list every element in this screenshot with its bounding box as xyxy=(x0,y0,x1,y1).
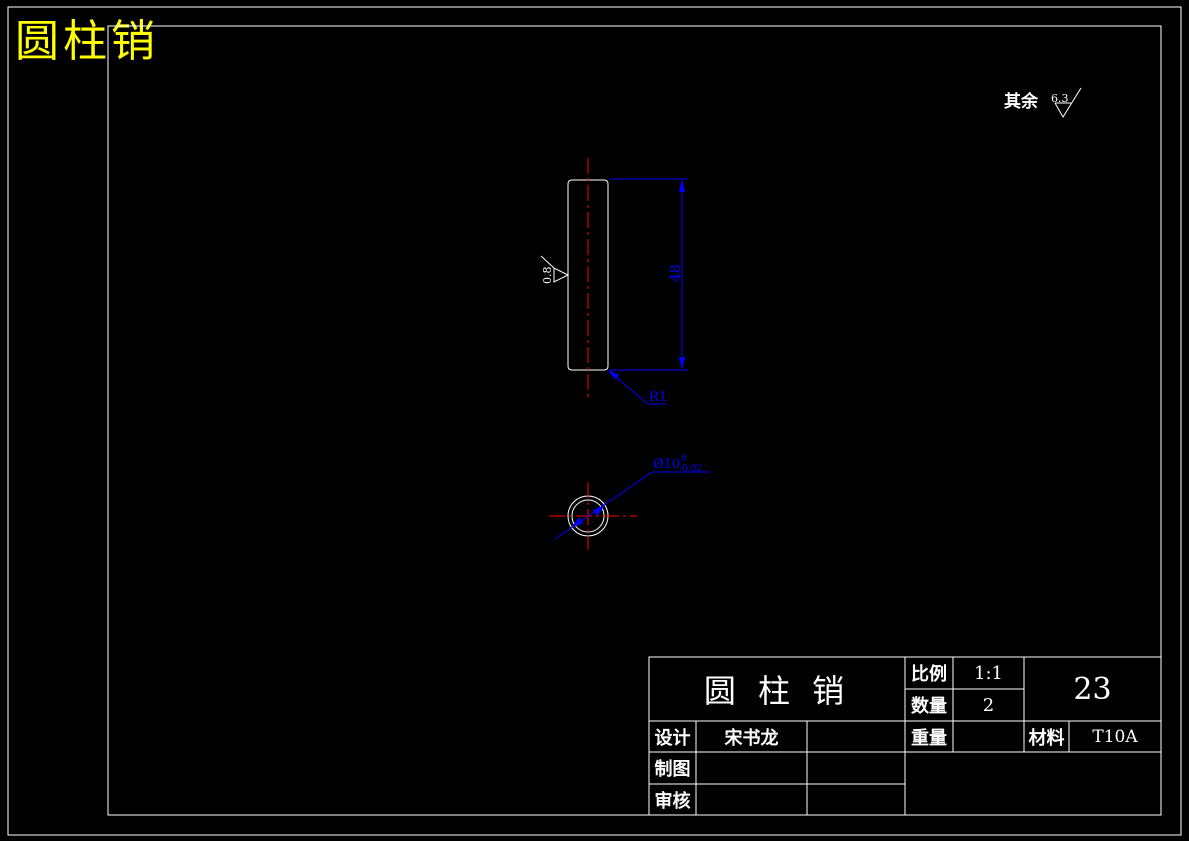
material-label: 材料 xyxy=(1028,727,1065,749)
diameter-tol-lower: -0.02 xyxy=(679,464,702,474)
diameter-callout: Ø10 0 -0.02 xyxy=(554,454,710,540)
diameter-callout-text: Ø10 xyxy=(653,457,680,472)
length-dimension-value: 48 xyxy=(668,264,684,282)
side-roughness-value: 0.8 xyxy=(541,267,554,285)
length-dimension: 48 xyxy=(610,178,688,371)
roughness-note-label: 其余 xyxy=(1004,91,1039,112)
weight-label: 重量 xyxy=(911,727,947,749)
quantity-value: 2 xyxy=(982,694,995,716)
weight-value xyxy=(953,721,1024,752)
designer-label: 设计 xyxy=(654,727,691,749)
diameter-tol-upper: 0 xyxy=(681,454,687,464)
radius-callout-text: R1 xyxy=(649,390,667,405)
scale-value: 1:1 xyxy=(974,662,1003,684)
material-value: T10A xyxy=(1092,726,1138,747)
part-name: 圆 柱 销 xyxy=(703,672,851,710)
side-roughness-symbol: 0.8 xyxy=(540,255,570,285)
drawing-number: 23 xyxy=(1073,671,1112,707)
drafter-label: 制图 xyxy=(654,759,691,780)
checker-label: 审核 xyxy=(654,790,691,812)
radius-callout: R1 xyxy=(607,369,667,405)
pin-end-view xyxy=(549,482,637,550)
scale-label: 比例 xyxy=(911,664,947,685)
pin-side-view xyxy=(567,158,609,398)
quantity-label: 数量 xyxy=(911,696,947,717)
designer-name: 宋书龙 xyxy=(724,727,779,749)
